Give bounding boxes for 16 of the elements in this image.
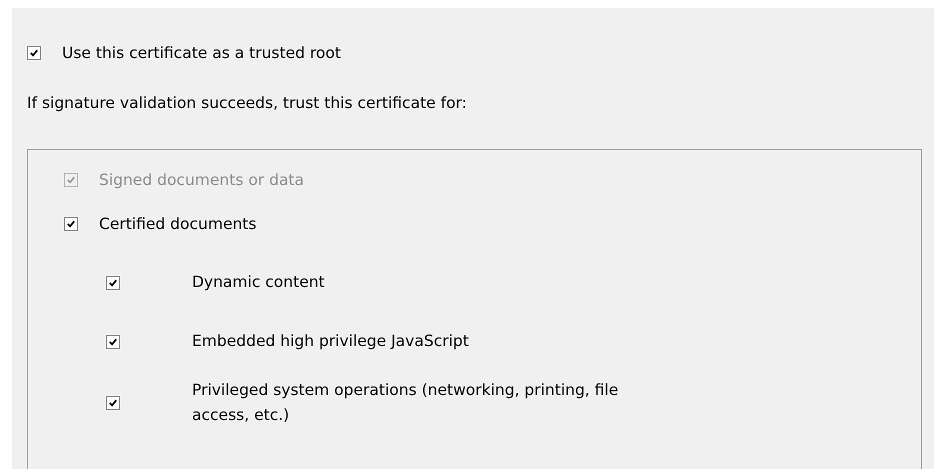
checkbox[interactable] <box>106 276 120 290</box>
checkbox-label: Certified documents <box>99 215 256 233</box>
checkbox-label: Privileged system operations (networking, printing, file access, etc.) <box>192 380 620 426</box>
checkmark-icon <box>65 218 77 230</box>
instruction-text: If signature validation succeeds, trust this certificate for: <box>27 94 468 112</box>
checkbox-label: Embedded high privilege JavaScript <box>192 331 470 352</box>
checkbox[interactable] <box>106 334 120 348</box>
checkbox-label: Dynamic content <box>192 272 326 293</box>
checkmark-icon <box>65 174 77 186</box>
checkmark-icon <box>28 47 40 59</box>
checkbox-label: Use this certificate as a trusted root <box>62 44 341 62</box>
checkbox[interactable] <box>106 396 120 410</box>
checkbox[interactable] <box>27 46 41 60</box>
checkmark-icon <box>107 397 119 409</box>
checkbox-label: Signed documents or data <box>99 171 304 189</box>
checkbox[interactable] <box>64 217 78 231</box>
